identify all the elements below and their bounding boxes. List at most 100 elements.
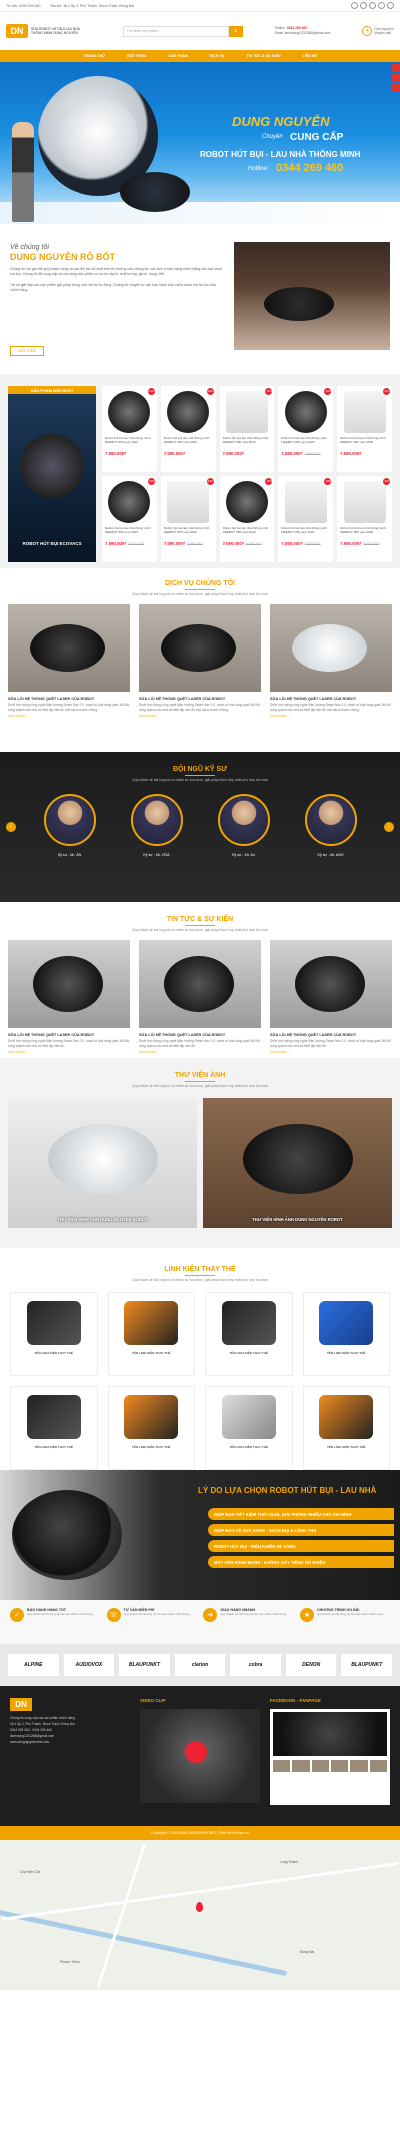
nav-services[interactable]: DỊCH VỤ (210, 54, 225, 58)
product-name[interactable]: Robot hút bụi lau nhà thông minh DEEBOT … (340, 436, 389, 449)
service-title[interactable]: SỬA LỖI HỆ THỐNG QUÉT LASER CỦA ROBOT (8, 697, 130, 701)
nav-home[interactable]: TRANG CHỦ (83, 54, 105, 58)
product-name[interactable]: Robot hút bụi lau nhà thông minh DEEBOT … (105, 436, 154, 449)
news-title[interactable]: SỬA LỖI HỆ THỐNG QUÉT LASER CỦA ROBOT (8, 1033, 130, 1037)
hero-banner[interactable]: DUNG NGUYỄN Chuyên CUNG CẤP ROBOT HÚT BỤ… (0, 62, 400, 224)
product-image[interactable] (167, 481, 210, 523)
service-image[interactable] (139, 604, 261, 692)
news-image[interactable] (270, 940, 392, 1028)
facebook-icon[interactable] (351, 2, 358, 9)
part-name[interactable]: TÊN LINH KIỆN THAY THẾ (109, 1351, 195, 1355)
brand-logo[interactable]: ALPINE (8, 1654, 59, 1676)
team-member[interactable]: Kỹ sư - Mr. ÂN (40, 794, 100, 857)
news-image[interactable] (8, 940, 130, 1028)
product-card[interactable]: -10% Robot hút bụi lau nhà thông minh DEE… (278, 476, 334, 562)
part-name[interactable]: TÊN LINH KIỆN THAY THẾ (206, 1445, 292, 1449)
product-card[interactable]: -10% Robot hút bụi lau nhà thông minh DEE… (160, 386, 216, 472)
product-image[interactable] (284, 481, 327, 523)
read-more-link[interactable]: Xem chi tiết → (8, 714, 130, 718)
read-more-link[interactable]: Xem chi tiết → (270, 1050, 392, 1054)
service-image[interactable] (8, 604, 130, 692)
read-more-link[interactable]: Xem chi tiết → (8, 1050, 130, 1054)
product-card[interactable]: -10% Robot hút bụi lau nhà thông minh DEE… (337, 476, 392, 562)
product-name[interactable]: Robot hút bụi lau nhà thông minh DEEBOT … (105, 526, 154, 539)
part-name[interactable]: TÊN LINH KIỆN THAY THẾ (11, 1351, 97, 1355)
brand-logo[interactable]: DENON (285, 1654, 337, 1676)
part-card[interactable]: TÊN LINH KIỆN THAY THẾ (107, 1292, 195, 1376)
gallery-item[interactable]: THƯ VIỆN HÌNH ẢNH DUNG NGUYỄN ROBOT (203, 1098, 392, 1228)
news-title[interactable]: SỬA LỖI HỆ THỐNG QUÉT LASER CỦA ROBOT (270, 1033, 392, 1037)
product-image[interactable] (108, 481, 151, 523)
part-card[interactable]: TÊN LINH KIỆN THAY THẾ (302, 1386, 390, 1470)
part-card[interactable]: TÊN LINH KIỆN THAY THẾ (205, 1386, 293, 1470)
product-name[interactable]: Robot hút bụi lau nhà thông minh DEEBOT … (223, 526, 272, 539)
product-image[interactable] (108, 391, 151, 433)
product-name[interactable]: Robot hút bụi lau nhà thông minh DEEBOT … (281, 436, 330, 449)
twitter-icon[interactable] (378, 2, 385, 9)
product-card[interactable]: -10% Robot hút bụi lau nhà thông minh DEE… (278, 386, 334, 472)
part-name[interactable]: TÊN LINH KIỆN THAY THẾ (11, 1445, 97, 1449)
chevron-right-icon[interactable]: › (384, 822, 394, 832)
search-input[interactable]: Tìm kiếm sản phẩm... (122, 25, 229, 37)
team-member[interactable]: Kỹ sư - Mr. ANH (301, 794, 361, 857)
read-more-link[interactable]: Xem chi tiết → (139, 714, 261, 718)
product-name[interactable]: Robot hút bụi lau nhà thông minh DEEBOT … (223, 436, 272, 449)
brand-logo[interactable]: BLAUPUNKT (341, 1654, 393, 1676)
product-image[interactable] (284, 391, 327, 433)
instagram-icon[interactable] (387, 2, 394, 9)
footer-website[interactable]: www.dungnguyenrobot.com (10, 1739, 130, 1745)
news-card[interactable]: SỬA LỖI HỆ THỐNG QUÉT LASER CỦA ROBOT Dướ… (8, 940, 130, 1054)
search-button[interactable]: ⌕ (228, 25, 243, 37)
chevron-left-icon[interactable]: ‹ (6, 822, 16, 832)
hotline-number[interactable]: 0344 269 460 (287, 26, 307, 30)
service-title[interactable]: SỬA LỖI HỆ THỐNG QUÉT LASER CỦA ROBOT (139, 697, 261, 701)
news-card[interactable]: SỬA LỖI HỆ THỐNG QUÉT LASER CỦA ROBOT Dướ… (270, 940, 392, 1054)
brand-logo[interactable]: cobra (230, 1654, 281, 1676)
part-name[interactable]: TÊN LINH KIỆN THAY THẾ (304, 1445, 390, 1449)
part-name[interactable]: TÊN LINH KIỆN THAY THẾ (206, 1351, 292, 1355)
about-more-button[interactable]: XEM THÊM (10, 346, 44, 356)
service-card[interactable]: SỬA LỖI HỆ THỐNG QUÉT LASER CỦA ROBOT Dướ… (270, 604, 392, 718)
part-name[interactable]: TÊN LINH KIỆN THAY THẾ (304, 1351, 390, 1355)
service-card[interactable]: SỬA LỖI HỆ THỐNG QUÉT LASER CỦA ROBOT Dướ… (139, 604, 261, 718)
facebook-icon[interactable] (392, 64, 400, 72)
news-title[interactable]: SỬA LỖI HỆ THỐNG QUÉT LASER CỦA ROBOT (139, 1033, 261, 1037)
news-card[interactable]: SỬA LỖI HỆ THỐNG QUÉT LASER CỦA ROBOT Dướ… (139, 940, 261, 1054)
nav-contact[interactable]: LIÊN HỆ (303, 54, 317, 58)
gallery-item[interactable]: THƯ VIỆN HÌNH ẢNH DUNG NGUYỄN ROBOT (8, 1098, 197, 1228)
part-card[interactable]: TÊN LINH KIỆN THAY THẾ (205, 1292, 293, 1376)
product-card[interactable]: -10% Robot hút bụi lau nhà thông minh DEE… (102, 386, 157, 472)
product-image[interactable] (225, 391, 268, 433)
read-more-link[interactable]: Xem chi tiết → (270, 714, 392, 718)
nav-products[interactable]: SẢN PHẨM (168, 54, 187, 58)
product-name[interactable]: Robot hút bụi lau nhà thông minh DEEBOT … (164, 526, 213, 539)
brand-logo[interactable]: BLAUPUNKT (119, 1654, 170, 1676)
product-name[interactable]: Robot hút bụi lau nhà thông minh DEEBOT … (340, 526, 389, 539)
product-image[interactable] (343, 391, 386, 433)
product-image[interactable] (225, 481, 268, 523)
news-image[interactable] (139, 940, 261, 1028)
nav-about[interactable]: GIỚI THIỆU (127, 54, 147, 58)
part-card[interactable]: TÊN LINH KIỆN THAY THẾ (10, 1292, 98, 1376)
phone-icon[interactable] (392, 84, 400, 92)
youtube-icon[interactable] (369, 2, 376, 9)
zalo-icon[interactable] (392, 74, 400, 82)
video-player[interactable] (140, 1709, 260, 1803)
part-card[interactable]: TÊN LINH KIỆN THAY THẾ (302, 1292, 390, 1376)
service-card[interactable]: SỬA LỖI HỆ THỐNG QUÉT LASER CỦA ROBOT Dướ… (8, 604, 130, 718)
products-banner[interactable]: SẢN PHẨM MỚI NHẤT ROBOT HÚT BỤI ECOVACS (8, 386, 96, 562)
promo-link[interactable]: ✦ Chương trình khuyến mãi (362, 26, 394, 36)
part-card[interactable]: TÊN LINH KIỆN THAY THẾ (107, 1386, 195, 1470)
site-logo[interactable]: DN SỬA ROBOT HÚT BỤI LAU NHÀ THÔNG MINH … (6, 24, 91, 38)
map-pin-icon[interactable] (196, 1902, 203, 1912)
team-member[interactable]: Kỹ sư - Mr. HÒA (127, 794, 187, 857)
brand-logo[interactable]: clarion (174, 1654, 226, 1676)
part-card[interactable]: TÊN LINH KIỆN THAY THẾ (10, 1386, 98, 1470)
product-card[interactable]: -10% Robot hút bụi lau nhà thông minh DEE… (337, 386, 392, 472)
product-name[interactable]: Robot hút bụi lau nhà thông minh DEEBOT … (281, 526, 330, 539)
product-image[interactable] (343, 481, 386, 523)
product-card[interactable]: -10% Robot hút bụi lau nhà thông minh DEE… (160, 476, 216, 562)
product-card[interactable]: -10% Robot hút bụi lau nhà thông minh DEE… (219, 476, 275, 562)
google-icon[interactable] (360, 2, 367, 9)
service-image[interactable] (270, 604, 392, 692)
